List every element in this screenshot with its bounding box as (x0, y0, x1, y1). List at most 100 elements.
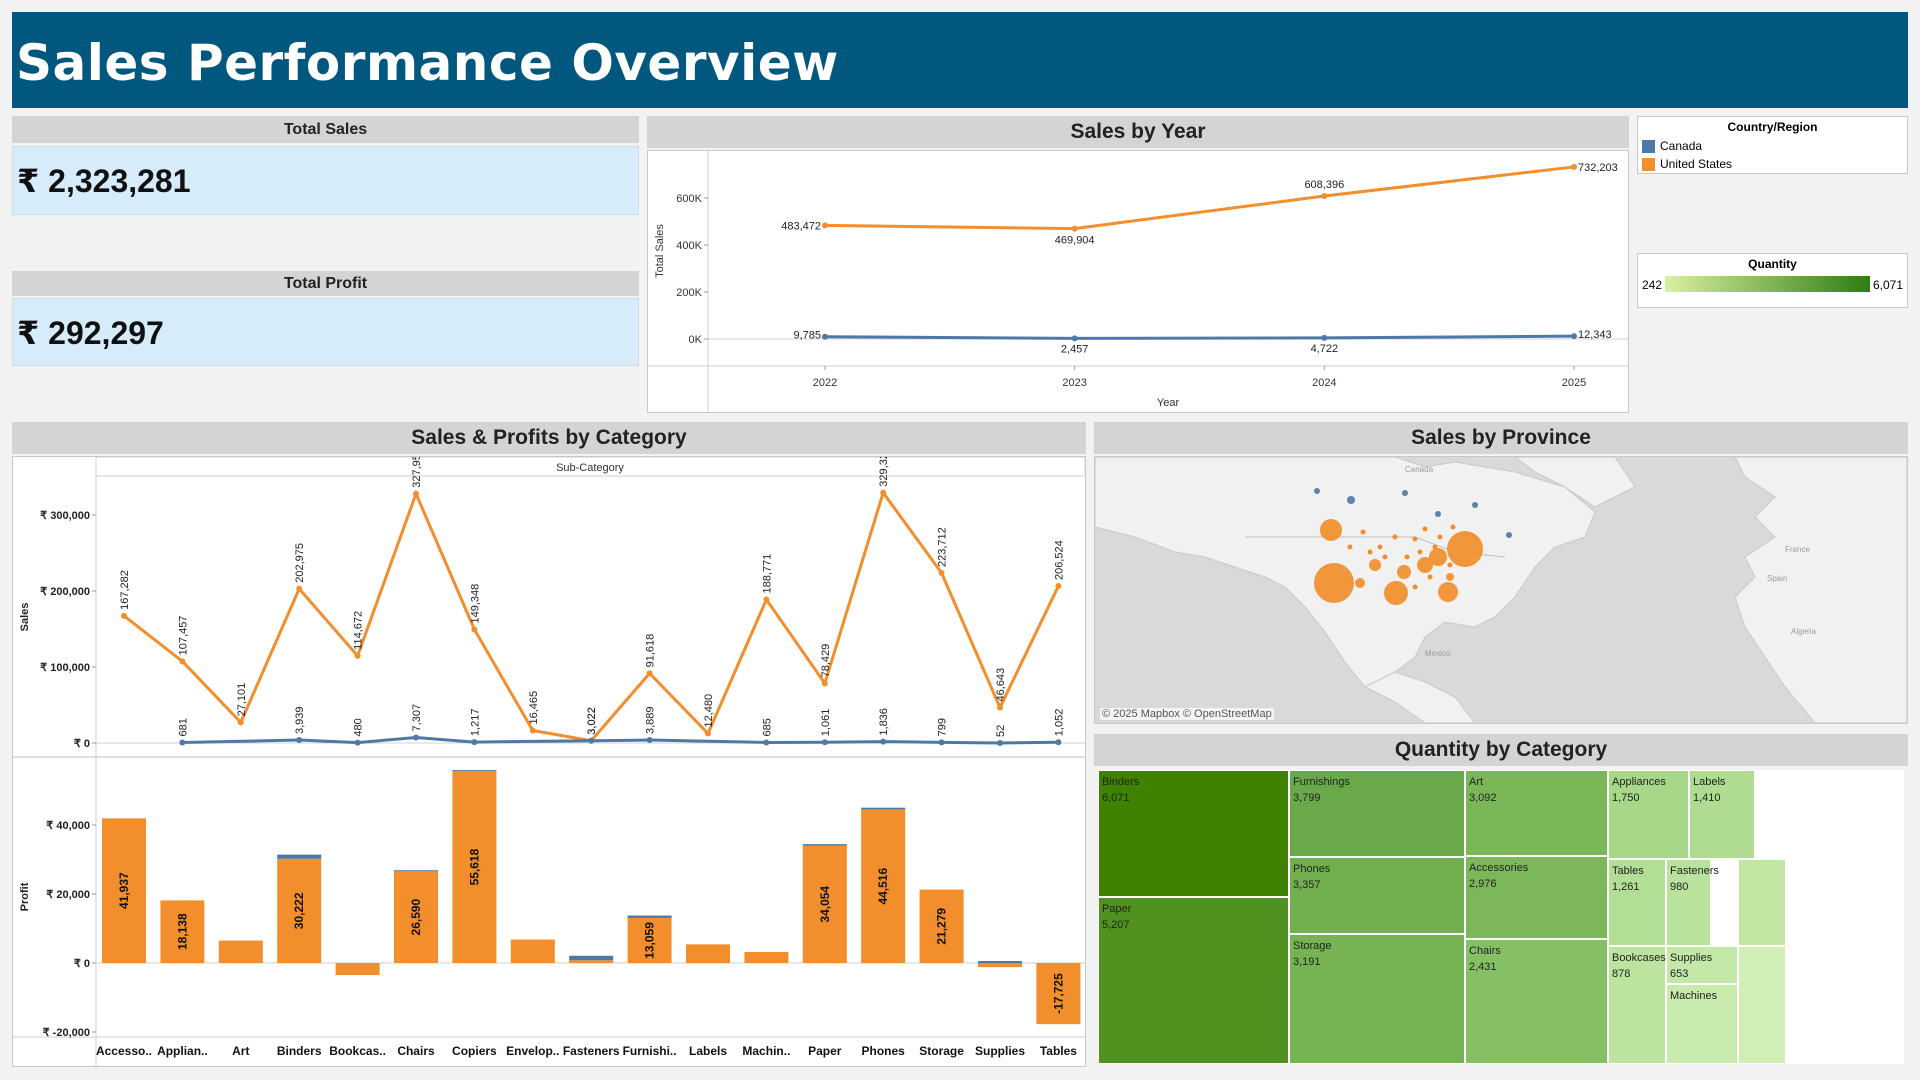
treemap-cell-furnishings[interactable]: Furnishings 3,799 (1289, 770, 1465, 857)
data-point (296, 585, 303, 592)
country-legend[interactable]: Country/Region Canada United States (1637, 116, 1908, 174)
treemap-cell-bookcases[interactable]: Bookcases 878 (1608, 946, 1666, 1064)
sub-category-header: Sub-Category (556, 462, 624, 474)
data-label: 114,672 (353, 611, 365, 650)
category-chart: Sub-Category ₹ 0 ₹ 100,000 ₹ 200,000 ₹ 300,0… (12, 447, 1086, 1067)
data-label: 685 (761, 718, 773, 736)
data-label: 483,472 (781, 220, 821, 232)
profit-bar-canada (569, 955, 614, 961)
data-label: 327,951 (411, 457, 423, 488)
category-chart-title: Sales & Profits by Category (12, 422, 1086, 454)
map-attribution: © 2025 Mapbox © OpenStreetMap (1100, 708, 1274, 720)
map-label-algeria: Algeria (1791, 627, 1816, 636)
category-axis-label: Fasteners (563, 1044, 620, 1058)
quantity-legend: Quantity 242 6,071 (1637, 253, 1908, 308)
data-label: 608,396 (1304, 179, 1344, 191)
data-label: 78,429 (820, 644, 832, 678)
province-bubble (1384, 581, 1408, 605)
data-point (1571, 333, 1577, 340)
province-bubble (1447, 531, 1483, 567)
treemap-cell-phones[interactable]: Phones 3,357 (1289, 857, 1465, 934)
dashboard-banner: Sales Performance Overview (12, 12, 1908, 108)
province-bubble (1446, 573, 1454, 581)
province-map-title: Sales by Province (1094, 422, 1908, 454)
y-tick-label: 400K (676, 240, 702, 252)
treemap-cell-tables[interactable]: Tables 1,261 (1608, 859, 1666, 946)
data-label: 46,643 (995, 668, 1007, 702)
quantity-legend-title: Quantity (1748, 257, 1797, 271)
treemap-cell-name: Paper (1102, 903, 1132, 915)
treemap-cell-accessories[interactable]: Accessories 2,976 (1465, 856, 1608, 939)
treemap-cell-paper[interactable]: Paper 5,207 (1098, 897, 1289, 1064)
data-label: 1,836 (878, 708, 890, 736)
sales-axis-title: Sales (19, 603, 31, 632)
data-point (588, 737, 595, 744)
data-point (763, 739, 770, 746)
data-label: 799 (937, 718, 949, 736)
series-line-united-states (824, 165, 1575, 231)
data-label: 3,939 (294, 706, 306, 734)
category-axis-label: Storage (919, 1044, 964, 1058)
treemap-cell-value: 653 (1670, 968, 1689, 980)
profit-bar-canada (861, 807, 906, 810)
treemap-cell-name: Accessories (1469, 862, 1529, 874)
treemap-title: Quantity by Category (1094, 734, 1908, 766)
treemap-cell-appliances[interactable]: Appliances 1,750 (1608, 770, 1689, 859)
treemap-cell-name: Tables (1612, 865, 1644, 877)
treemap-cell-binders[interactable]: Binders 6,071 (1098, 770, 1289, 897)
sales-by-year-title: Sales by Year (647, 116, 1629, 148)
bar-label: 44,516 (876, 868, 890, 905)
treemap-cell-name: Machines (1670, 990, 1718, 1002)
data-point (1055, 583, 1062, 590)
data-label: 167,282 (119, 570, 131, 610)
data-label: 9,785 (793, 330, 821, 342)
data-label: 12,480 (703, 694, 715, 728)
profit-bar-canada (627, 915, 672, 918)
x-tick-label: 2023 (1062, 377, 1086, 389)
map-label-mexico: Mexico (1425, 649, 1451, 658)
data-point (354, 739, 361, 746)
treemap-cell-fasteners[interactable]: Fasteners 980 (1666, 859, 1719, 946)
province-map[interactable]: Canada Mexico France Spain Algeria © 202… (1094, 456, 1908, 724)
treemap-cell-minor[interactable] (1738, 859, 1786, 946)
profit-bar (510, 939, 555, 963)
data-label: 469,904 (1055, 235, 1095, 247)
category-axis-label: Accesso.. (96, 1044, 152, 1058)
treemap-cell-labels[interactable]: Labels 1,410 (1689, 770, 1755, 859)
treemap-cell-value: 1,410 (1693, 792, 1721, 804)
treemap-cell-machines[interactable]: Machines (1666, 984, 1738, 1064)
legend-item-canada[interactable]: Canada (1642, 138, 1907, 154)
treemap-cell-art[interactable]: Art 3,092 (1465, 770, 1608, 856)
treemap-cell-supplies[interactable]: Supplies 653 (1666, 946, 1738, 984)
treemap-cell-value: 1,750 (1612, 792, 1640, 804)
province-bubble (1450, 524, 1456, 530)
profit-tick-label: ₹ 0 (74, 958, 90, 970)
profit-axis-title: Profit (19, 882, 31, 911)
treemap-cell-value: 3,799 (1293, 792, 1321, 804)
province-bubble (1320, 519, 1342, 541)
treemap-cell-minor[interactable] (1738, 946, 1786, 1064)
data-label: 732,203 (1578, 162, 1618, 174)
profit-bar-canada (394, 870, 438, 872)
data-label: 1,061 (820, 709, 832, 737)
data-point (529, 727, 536, 734)
province-bubble (1412, 536, 1418, 542)
province-bubble (1347, 544, 1353, 550)
y-tick-label: 200K (676, 287, 702, 299)
province-bubble (1382, 554, 1388, 560)
data-point (646, 670, 653, 677)
category-chart-svg: Sub-Category ₹ 0 ₹ 100,000 ₹ 200,000 ₹ 300,0… (13, 447, 1086, 1066)
treemap-cell-chairs[interactable]: Chairs 2,431 (1465, 939, 1608, 1064)
province-bubble (1347, 496, 1355, 504)
x-tick-label: 2024 (1312, 377, 1336, 389)
profit-bar (218, 940, 263, 963)
data-label: 1,217 (469, 709, 481, 737)
profit-bar-canada (802, 844, 847, 846)
legend-item-united-states[interactable]: United States (1642, 156, 1907, 172)
data-label: 52 (995, 725, 1007, 737)
profit-tick-label: ₹ 20,000 (46, 889, 90, 901)
quantity-legend-max: 6,071 (1873, 278, 1904, 292)
treemap-cell-storage[interactable]: Storage 3,191 (1289, 934, 1465, 1064)
bar-label: 41,937 (117, 872, 131, 909)
data-label: 480 (353, 718, 365, 736)
